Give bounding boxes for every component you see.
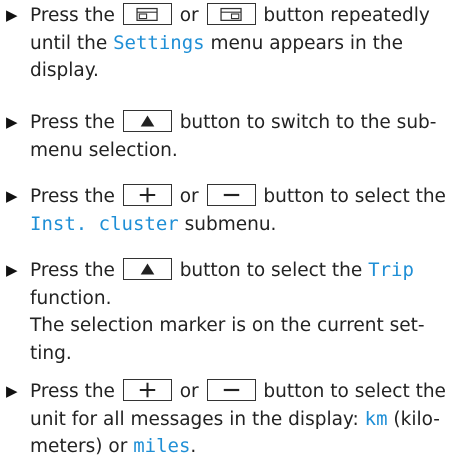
up-triangle-icon bbox=[124, 259, 171, 279]
instruction-text: button repeatedly bbox=[257, 5, 430, 26]
step-line: ting. bbox=[30, 340, 72, 368]
step-line: function. bbox=[30, 285, 111, 313]
display-term: Settings bbox=[113, 31, 205, 54]
plus-icon bbox=[124, 185, 171, 205]
up-triangle-button bbox=[122, 258, 172, 280]
step-line: Press the or button to select the bbox=[30, 183, 446, 211]
instruction-text: display. bbox=[30, 60, 99, 81]
instruction-text: button to select the bbox=[257, 381, 446, 402]
step-line: Press the or button to select the bbox=[30, 378, 446, 406]
instruction-text: Press the bbox=[30, 112, 121, 133]
instruction-text: The selection marker is on the current s… bbox=[30, 315, 425, 336]
instruction-text: button to switch to the sub- bbox=[173, 112, 437, 133]
instruction-text: Press the bbox=[30, 186, 121, 207]
up-triangle-icon bbox=[124, 111, 171, 131]
up-triangle-button bbox=[122, 110, 172, 132]
display-right-icon bbox=[208, 4, 255, 24]
instruction-text: menu appears in the bbox=[204, 32, 404, 54]
instruction-text: (kilo- bbox=[387, 408, 440, 430]
step-line: unit for all messages in the display: km… bbox=[30, 406, 440, 434]
instruction-text: button to select the bbox=[257, 186, 446, 207]
instruction-text: button to select the bbox=[173, 260, 369, 281]
plus-icon bbox=[124, 380, 171, 400]
instruction-text: Press the bbox=[30, 5, 121, 26]
instruction-text: function. bbox=[30, 287, 112, 309]
display-term: Inst. cluster bbox=[30, 212, 179, 235]
bullet-marker: ▶ bbox=[6, 113, 18, 131]
minus-icon bbox=[208, 185, 255, 205]
display-left-button bbox=[122, 3, 172, 25]
instruction-text: submenu. bbox=[178, 213, 277, 235]
display-left-icon bbox=[124, 4, 171, 24]
bullet-marker: ▶ bbox=[6, 261, 18, 279]
instruction-text: or bbox=[173, 186, 205, 207]
display-right-button bbox=[206, 3, 256, 25]
instruction-text: Press the bbox=[30, 381, 121, 402]
step-line: menu selection. bbox=[30, 137, 178, 165]
minus-button bbox=[206, 379, 256, 401]
instruction-text: until the bbox=[30, 32, 114, 54]
instruction-text: meters) or bbox=[30, 436, 134, 457]
plus-button bbox=[122, 184, 172, 206]
instruction-text: or bbox=[173, 5, 205, 26]
minus-button bbox=[206, 184, 256, 206]
step-line: until the Settings menu appears in the bbox=[30, 30, 403, 58]
bullet-marker: ▶ bbox=[6, 187, 18, 205]
plus-button bbox=[122, 379, 172, 401]
bullet-marker: ▶ bbox=[6, 6, 18, 24]
instruction-text: ting. bbox=[30, 342, 72, 364]
step-line: The selection marker is on the current s… bbox=[30, 312, 425, 340]
instruction-text: . bbox=[190, 436, 197, 457]
display-term: miles bbox=[133, 435, 191, 457]
step-line: Press the button to switch to the sub- bbox=[30, 109, 436, 137]
step-line: meters) or miles. bbox=[30, 433, 196, 461]
step-line: Press the or button repeatedly bbox=[30, 2, 430, 30]
step-line: Press the button to select the Trip bbox=[30, 257, 414, 285]
instruction-text: or bbox=[173, 381, 205, 402]
display-term: km bbox=[364, 407, 388, 430]
instruction-text: menu selection. bbox=[30, 139, 178, 161]
instruction-text: Press the bbox=[30, 260, 121, 281]
instruction-text: unit for all messages in the display: bbox=[30, 408, 365, 430]
step-line: Inst. cluster submenu. bbox=[30, 211, 276, 239]
bullet-marker: ▶ bbox=[6, 382, 18, 400]
display-term: Trip bbox=[368, 259, 414, 281]
minus-icon bbox=[208, 380, 255, 400]
step-line: display. bbox=[30, 57, 99, 85]
